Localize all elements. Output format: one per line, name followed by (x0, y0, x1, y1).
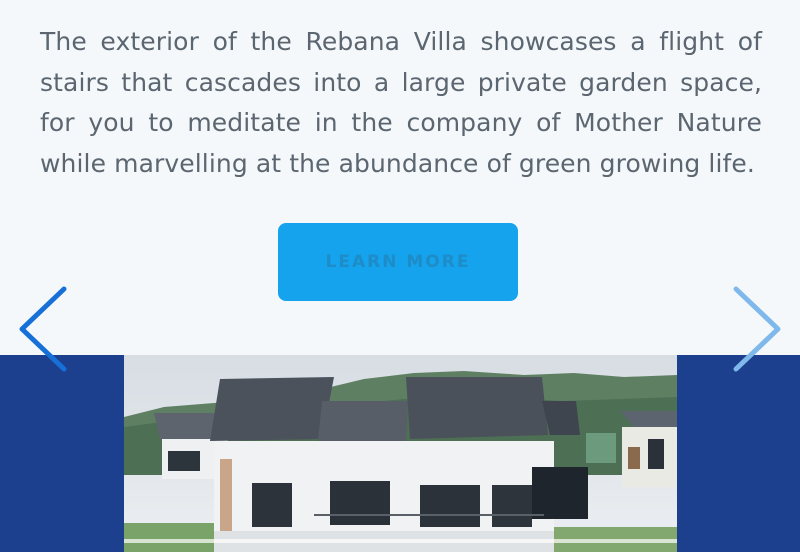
villa-photo (124, 355, 677, 552)
chevron-left-icon (10, 283, 70, 375)
page: The exterior of the Rebana Villa showcas… (0, 0, 800, 552)
learn-more-button[interactable]: LEARN MORE (278, 223, 518, 301)
carousel-prev-button[interactable] (10, 283, 70, 375)
villa-description: The exterior of the Rebana Villa showcas… (40, 27, 762, 178)
chevron-right-icon (728, 283, 788, 375)
carousel-next-button[interactable] (728, 283, 788, 375)
